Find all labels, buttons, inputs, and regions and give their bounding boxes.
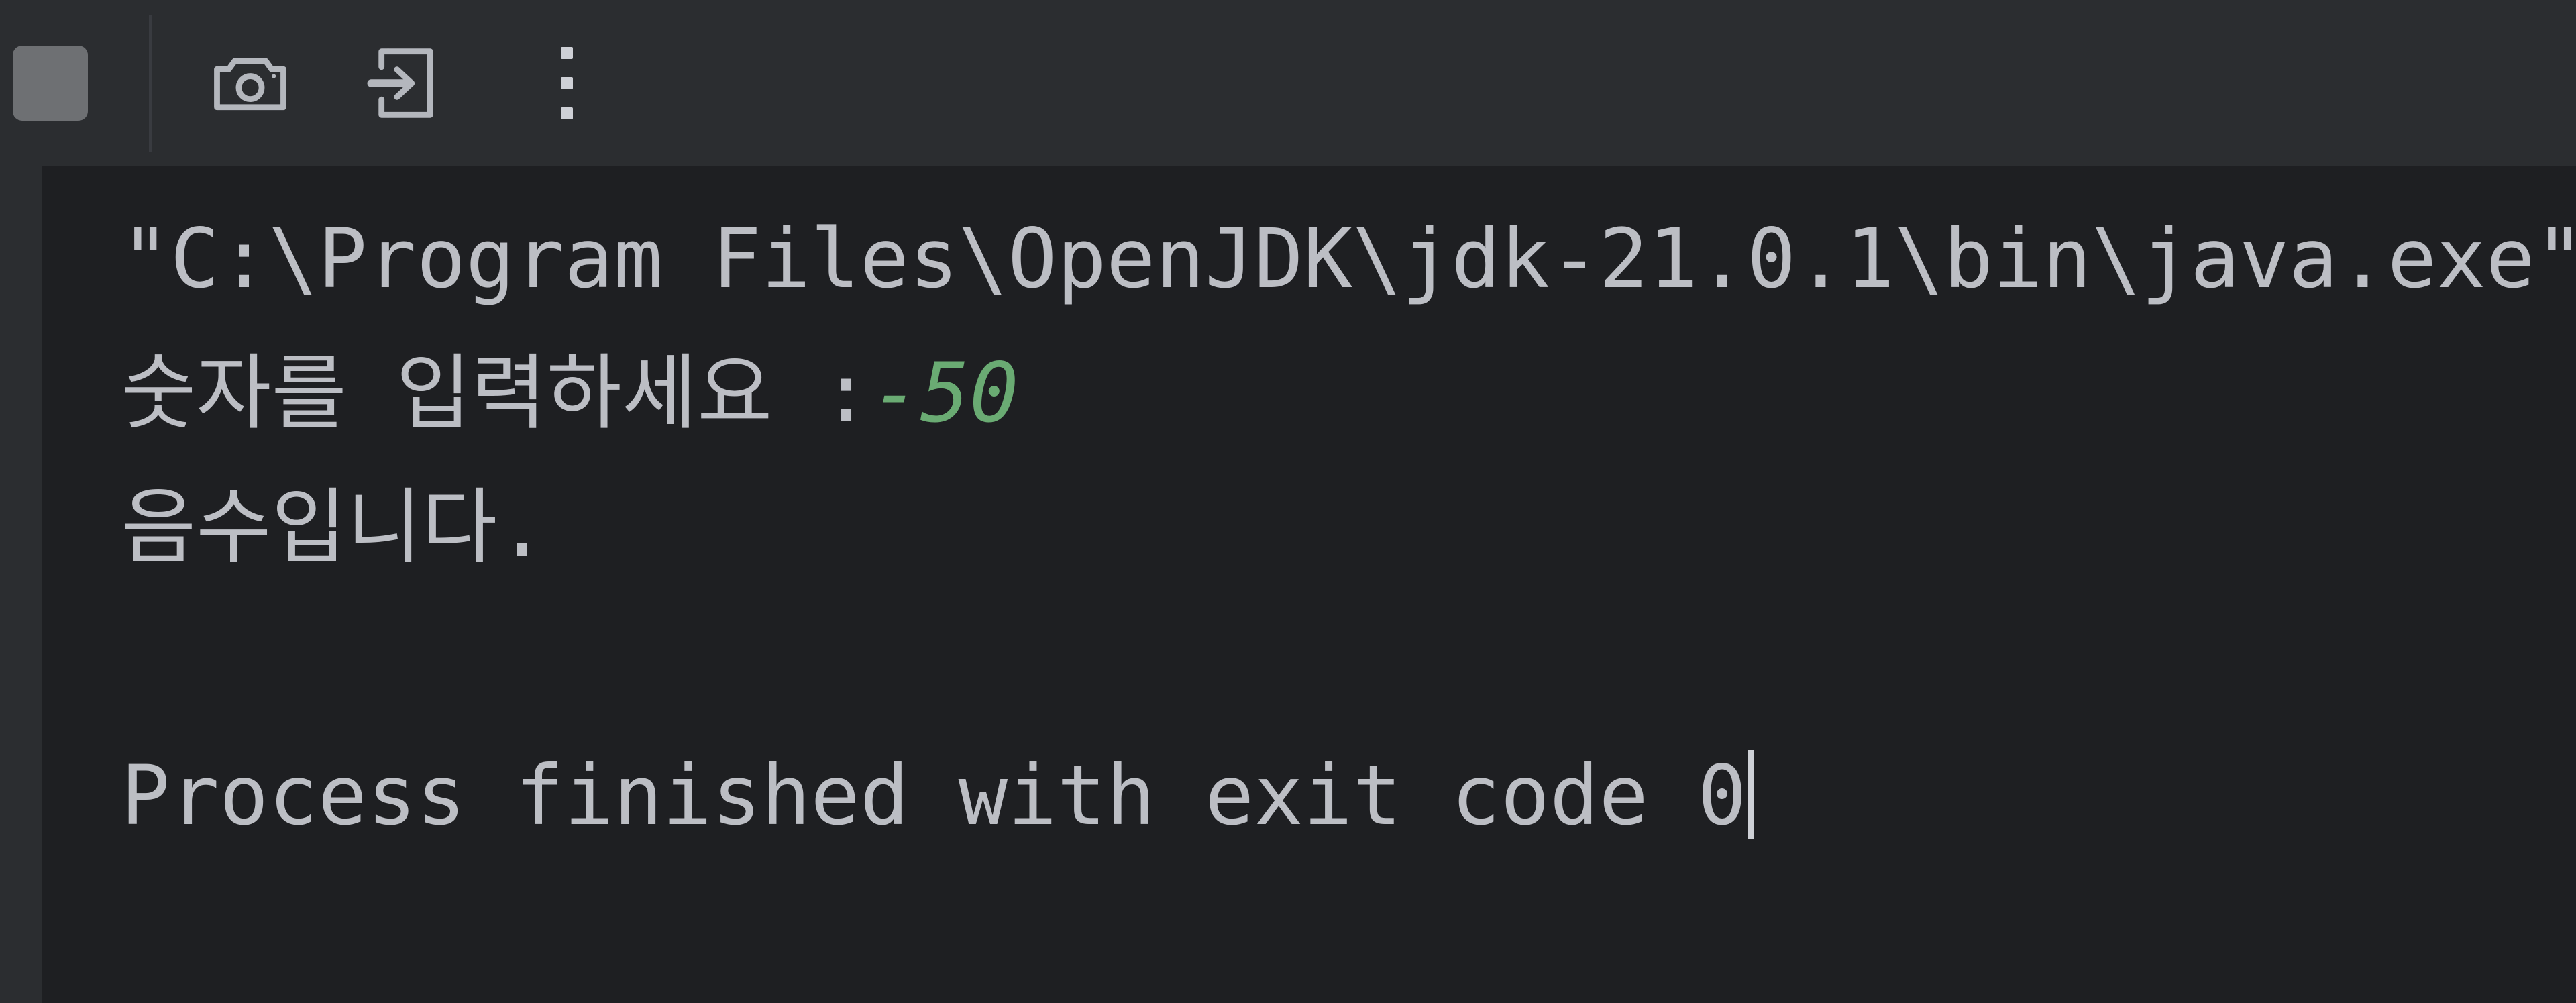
console-line-prompt: 숫자를 입력하세요 :-50 xyxy=(121,326,2576,460)
arrow-into-box-icon xyxy=(367,48,433,118)
toolbar-separator xyxy=(149,15,152,152)
console-line-command: "C:\Program Files\OpenJDK\jdk-21.0.1\bin… xyxy=(121,211,2576,307)
prompt-text: 숫자를 입력하세요 : xyxy=(121,346,871,441)
run-console[interactable]: "C:\Program Files\OpenJDK\jdk-21.0.1\bin… xyxy=(0,166,2576,1003)
screenshot-button[interactable] xyxy=(193,0,307,166)
exit-message: Process finished with exit code 0 xyxy=(121,748,1747,843)
console-output: "C:\Program Files\OpenJDK\jdk-21.0.1\bin… xyxy=(42,166,2576,1003)
more-options-button[interactable] xyxy=(530,0,604,166)
camera-icon xyxy=(214,58,286,111)
vertical-dots-icon xyxy=(561,47,573,119)
user-input-value: -50 xyxy=(871,346,1019,441)
console-line-exit: Process finished with exit code 0 xyxy=(121,729,2576,863)
soft-wrap-button[interactable] xyxy=(349,0,463,166)
console-line-result: 음수입니다. xyxy=(121,480,547,575)
stop-button[interactable] xyxy=(0,0,101,166)
text-caret xyxy=(1748,750,1754,839)
stop-icon xyxy=(13,46,88,121)
console-gutter xyxy=(0,166,42,1003)
console-toolbar xyxy=(0,0,2576,166)
